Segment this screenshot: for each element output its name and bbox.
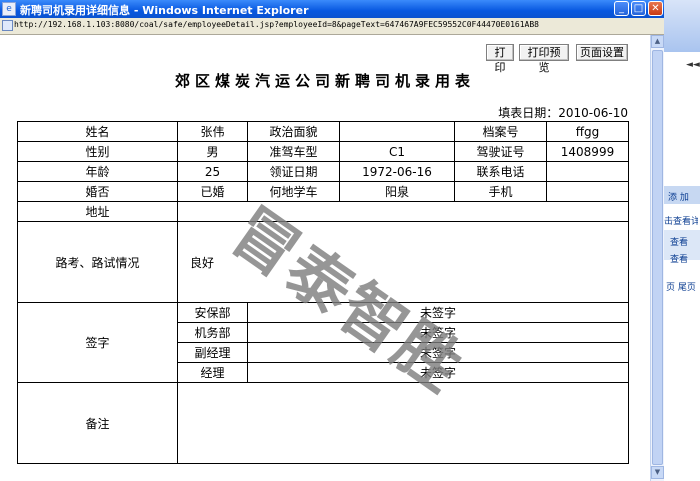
page-setup-button[interactable]: 页面设置 (576, 44, 628, 61)
license-no-label: 驾驶证号 (454, 141, 547, 162)
page-icon (2, 20, 13, 31)
address-label: 地址 (17, 201, 178, 222)
exam-label: 路考、路试情况 (17, 221, 178, 303)
print-preview-button[interactable]: 打印预览 (519, 44, 569, 74)
page-title: 郊区煤炭汽运公司新聘司机录用表 (174, 72, 475, 90)
minimize-button[interactable]: _ (614, 1, 629, 16)
add-link[interactable]: 添 加 (668, 190, 700, 204)
name-label: 姓名 (17, 121, 178, 142)
ie-window: e 新聘司机录用详细信息 - Windows Internet Explorer… (0, 0, 664, 481)
address-value (177, 201, 629, 222)
scroll-thumb[interactable] (652, 50, 663, 465)
print-button[interactable]: 打印 (486, 44, 514, 74)
employee-form-table: 姓名 张伟 政治面貌 档案号 ffgg 性别 男 准驾车型 C1 驾驶证号 14… (17, 121, 629, 464)
sign-label: 签字 (17, 302, 178, 383)
married-value: 已婚 (177, 181, 248, 202)
name-value: 张伟 (177, 121, 248, 142)
political-label: 政治面貌 (247, 121, 340, 142)
view-link-1[interactable]: 查看 (670, 235, 700, 249)
mobile-value (546, 181, 629, 202)
remarks-label: 备注 (17, 382, 178, 464)
age-value: 25 (177, 161, 248, 182)
close-button[interactable]: ✕ (648, 1, 663, 16)
view-link-2[interactable]: 查看 (670, 252, 700, 266)
sign-dept-deputy-manager: 副经理 (177, 342, 248, 363)
exam-value: 良好 (177, 221, 629, 303)
scroll-up-icon[interactable]: ▲ (651, 35, 664, 48)
phone-label: 联系电话 (454, 161, 547, 182)
title-bar: e 新聘司机录用详细信息 - Windows Internet Explorer… (0, 0, 664, 18)
sign-dept-security: 安保部 (177, 302, 248, 323)
school-label: 何地学车 (247, 181, 340, 202)
phone-value (546, 161, 629, 182)
mobile-label: 手机 (454, 181, 547, 202)
address-url[interactable]: http://192.168.1.103:8080/coal/safe/empl… (14, 20, 539, 29)
vehicle-type-label: 准驾车型 (247, 141, 340, 162)
file-no-value: ffgg (546, 121, 629, 142)
address-bar[interactable]: http://192.168.1.103:8080/coal/safe/empl… (0, 18, 664, 35)
fill-date: 填表日期：2010-06-10 (498, 106, 628, 120)
license-no-value: 1408999 (546, 141, 629, 162)
ie-logo-icon: e (2, 2, 16, 16)
remarks-value (177, 382, 629, 464)
license-date-label: 领证日期 (247, 161, 340, 182)
license-date-value: 1972-06-16 (339, 161, 455, 182)
age-label: 年龄 (17, 161, 178, 182)
scroll-down-icon[interactable]: ▼ (651, 466, 664, 479)
political-value (339, 121, 455, 142)
sign-status-security: 未签字 (247, 302, 629, 323)
window-title: 新聘司机录用详细信息 - Windows Internet Explorer (20, 4, 309, 17)
background-window-header (664, 0, 700, 52)
sign-status-manager: 未签字 (247, 362, 629, 383)
vehicle-type-value: C1 (339, 141, 455, 162)
sign-status-deputy-manager: 未签字 (247, 342, 629, 363)
married-label: 婚否 (17, 181, 178, 202)
collapse-arrow-icon[interactable]: ◄◄ (686, 60, 700, 70)
gender-value: 男 (177, 141, 248, 162)
sign-dept-manager: 经理 (177, 362, 248, 383)
view-detail-link[interactable]: 击查看详细 (664, 214, 698, 228)
pagination-links[interactable]: 页 尾页 (666, 280, 700, 294)
gender-label: 性别 (17, 141, 178, 162)
maximize-button[interactable]: □ (631, 1, 646, 16)
page-content: 打印 打印预览 页面设置 郊区煤炭汽运公司新聘司机录用表 填表日期：2010-0… (0, 35, 650, 481)
sign-dept-maintenance: 机务部 (177, 322, 248, 343)
school-value: 阳泉 (339, 181, 455, 202)
background-window: ◄◄ 添 加 击查看详细 查看 查看 页 尾页 (664, 0, 700, 481)
sign-status-maintenance: 未签字 (247, 322, 629, 343)
vertical-scrollbar[interactable]: ▲ ▼ (650, 35, 664, 481)
file-no-label: 档案号 (454, 121, 547, 142)
